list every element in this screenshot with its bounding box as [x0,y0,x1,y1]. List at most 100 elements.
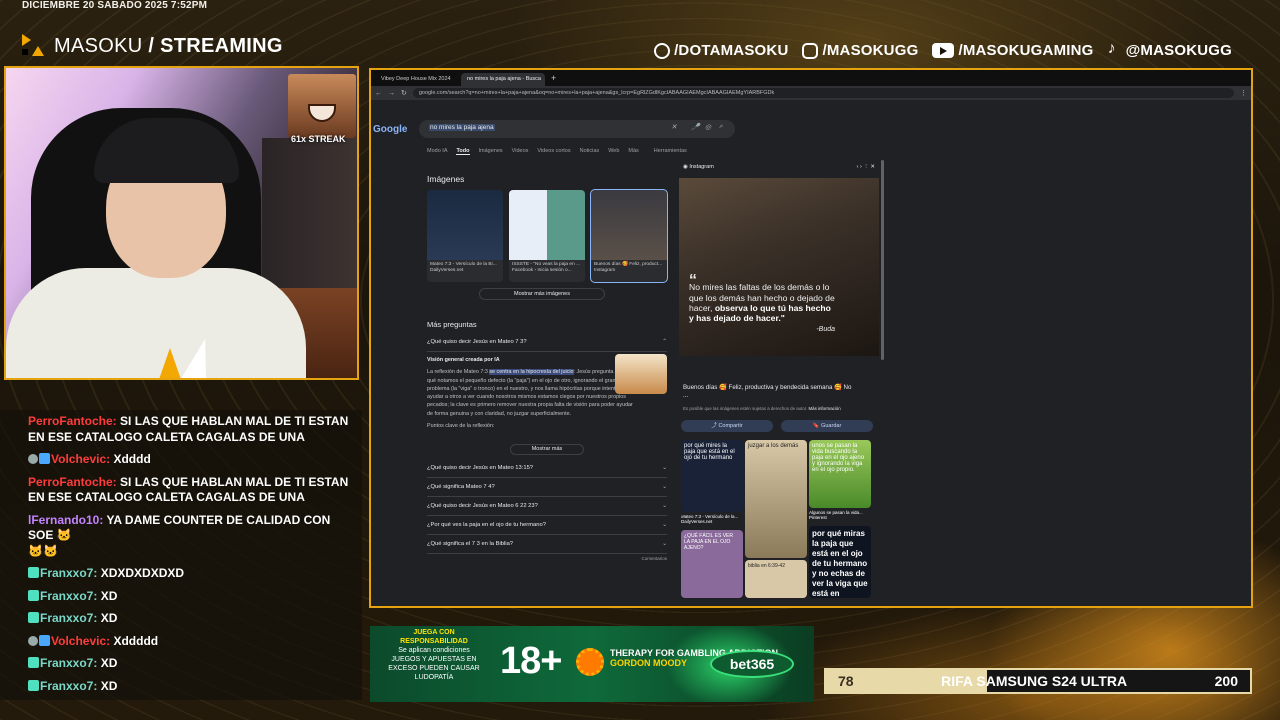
more-info-link[interactable]: Más información [808,406,840,411]
banner-line3: JUEGOS Y APUESTAS EN EXCESO PUEDEN CAUSA… [388,656,480,681]
image-result-selected[interactable]: Buenos días 🥰 Feliz, product... Instagram [590,189,668,283]
address-bar-row: ← → ↻ google.com/search?q=no+mires+la+pa… [371,86,1251,100]
age-limit: 18+ [500,640,562,682]
instagram-icon [802,42,819,59]
save-button[interactable]: 🔖 Guardar [781,420,873,432]
menu-icon[interactable]: ⋮ [1240,89,1247,97]
brand: MASOKU / STREAMING [22,34,283,58]
share-button[interactable]: ⤴ Compartir [681,420,773,432]
clear-icon[interactable]: ✕ [671,123,677,131]
filter-videos[interactable]: Videos [512,148,529,155]
copyright-note: Es posible que las imágenes estén sujeta… [683,406,841,411]
paa-question-open[interactable]: ¿Qué quiso decir Jesús en Mateo 7 3? ⌃ [427,333,667,352]
chat-message: Volchevic: Xdddd [28,452,352,468]
ai-text: La reflexión de Mateo 7:3 [427,369,490,376]
image-result[interactable]: Mateo 7:3 - Versículo de la Bi... DailyVe… [427,190,503,282]
quote-signature: -Buda [816,326,835,334]
related-image-source: DailyVerses.net [681,519,713,524]
chevron-down-icon: ⌄ [662,484,667,491]
chat-message: Franxxo7: XD [28,611,352,627]
filter-news[interactable]: Noticias [580,148,600,155]
paa-question[interactable]: ¿Qué significa el 7 3 en la Biblia? ⌄ [427,535,667,555]
new-tab-button[interactable]: + [547,73,561,86]
reload-icon[interactable]: ↻ [401,89,407,97]
paa-question[interactable]: ¿Qué quiso decir Jesús en Mateo 13:15? ⌄ [427,459,667,479]
related-image-text: ¿QUÉ FÁCIL ES VER LA PAJA EN EL OJO AJEN… [684,533,733,551]
filter-all[interactable]: Todo [456,148,470,155]
mic-icon[interactable]: 🎤 [691,123,700,131]
social-youtube: /MASOKUGAMING [932,42,1093,59]
filter-tools[interactable]: Herramientas [654,148,687,155]
paa-question[interactable]: ¿Qué quiso decir Jesús en Mateo 6 22 23?… [427,497,667,517]
tab-youtube[interactable]: Vibey Deep House Mix 2024 [375,73,459,86]
scrollbar[interactable] [881,160,884,360]
tab-google-search[interactable]: no mires la paja ajena - Busca [461,73,545,86]
google-logo[interactable]: Google [373,124,407,135]
badge-icon [28,612,39,623]
forward-icon[interactable]: → [388,90,395,97]
chat-text: XD [97,588,118,603]
image-source: Instagram [594,268,616,273]
preview-image[interactable]: “No mires las faltas de los demás o lo q… [679,178,879,356]
tab-strip: Vibey Deep House Mix 2024 no mires la pa… [371,70,1251,86]
images-section: Imágenes Mateo 7:3 - Versículo de la Bi.… [427,174,668,283]
lens-icon[interactable]: ◎ [705,123,711,131]
chat-text: XD [97,611,118,625]
search-icon[interactable]: ⌕ [719,123,723,131]
filter-images[interactable]: Imágenes [479,148,503,155]
back-icon[interactable]: ← [375,90,382,97]
share-label: Compartir [718,423,743,429]
copyright-text: Es posible que las imágenes estén sujeta… [683,406,808,411]
search-input[interactable]: no mires la paja ajena ✕ 🎤 ◎ ⌕ [419,120,735,138]
close-icon[interactable]: ✕ [870,164,875,170]
preview-title[interactable]: Buenos días 🥰 Feliz, productiva y bendec… [683,384,853,400]
related-image-meta: Mateo 7:3 - Versículo de la... DailyVerse… [681,514,743,528]
filter-more[interactable]: Más [628,148,638,155]
badge-icon [28,589,39,601]
related-images-grid: por qué mires la paja que está en el ojo… [681,440,877,600]
more-images-button[interactable]: Mostrar más imágenes [479,288,605,300]
filter-ai[interactable]: Modo IA [427,148,447,155]
chat-message: Franxxo7: XD [28,679,352,695]
chat-text: Xdddd [110,452,151,466]
related-image[interactable]: por qué miras la paja que está en el ojo… [809,526,871,598]
comments-link[interactable]: Comentarios [427,556,667,561]
chevron-down-icon: ⌄ [662,541,667,548]
sponsor-banner: JUEGA CON RESPONSABILIDAD Se aplican cond… [370,626,814,702]
social-links: /DOTAMASOKU /MASOKUGG /MASOKUGAMING @MAS… [654,40,1232,59]
ai-overview-image[interactable] [615,354,667,394]
chat-username: lFernando10: [28,512,104,527]
badge-icon [39,634,50,646]
chat-message: Volchevic: Xddddd [28,634,352,650]
panel-source: Instagram [689,164,714,170]
paa-question[interactable]: ¿Qué significa Mateo 7 4? ⌄ [427,478,667,498]
masoku-logo-icon [22,34,46,58]
related-image[interactable]: juzgar a los demás [745,440,807,558]
related-image[interactable]: unos se pasan la vida buscando la paja e… [809,440,871,508]
raffle-title: RIFA SAMSUNG S24 ULTRA [941,673,1128,689]
search-query: no mires la paja ajena [429,124,495,131]
filter-web[interactable]: Web [608,148,619,155]
image-result[interactable]: ISSSTE - "No veas la paja en ... Facebook… [509,190,585,282]
datetime: DICIEMBRE 20 SABADO 2025 7:52PM [22,0,208,11]
badge-icon [39,453,50,464]
related-image[interactable]: biblia en 6:39-42 [745,560,807,598]
youtube-icon [932,43,955,58]
chat-box: PerroFantoche: SI LAS QUE HABLAN MAL DE … [0,410,362,700]
filter-short-videos[interactable]: Videos cortos [537,148,570,155]
images-heading: Imágenes [427,174,465,184]
image-preview-panel: ◉ Instagram ‹ › ⋮ ✕ “No mires las faltas … [679,162,879,602]
banner-line2: Se aplican condiciones [398,647,470,654]
chevron-up-icon: ⌃ [662,339,667,345]
paa-question[interactable]: ¿Por qué ves la paja en el ojo de tu her… [427,516,667,536]
raffle-end-value: 200 [1214,673,1238,689]
related-image[interactable]: por qué mires la paja que está en el ojo… [681,440,743,512]
chat-username: Franxxo7: [40,656,98,670]
related-image[interactable]: ¿QUÉ FÁCIL ES VER LA PAJA EN EL OJO AJEN… [681,530,743,598]
banner-line1: JUEGA CON RESPONSABILIDAD [400,629,468,645]
show-more-button[interactable]: Mostrar más [510,444,584,456]
chat-text: XDXDXDXDXD [97,566,185,580]
badge-icon [28,567,39,578]
google-results-page: Google no mires la paja ajena ✕ 🎤 ◎ ⌕ Mo… [371,100,1251,606]
url-input[interactable]: google.com/search?q=no+mires+la+paja+aje… [412,88,1234,98]
